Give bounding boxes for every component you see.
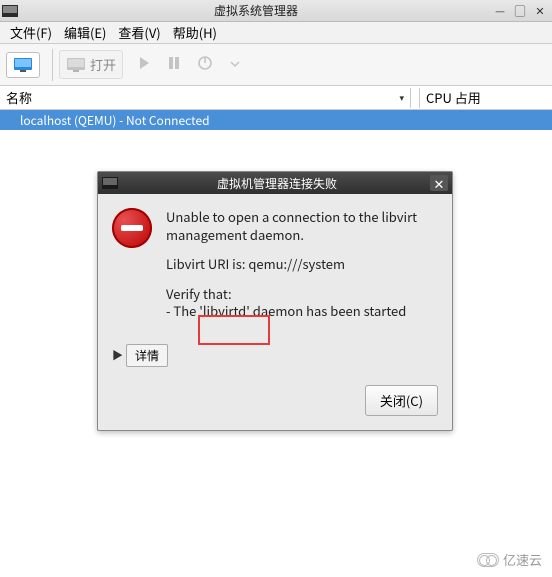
column-name[interactable]: 名称 ▾: [0, 88, 420, 108]
pause-button: [159, 49, 189, 80]
sort-arrow-icon: ▾: [399, 91, 410, 104]
app-icon: [2, 5, 18, 17]
watermark-text: 亿速云: [503, 550, 542, 569]
pause-icon: [167, 55, 181, 74]
dialog-close-button[interactable]: 关闭(C): [365, 385, 438, 416]
power-dropdown-button: [221, 49, 249, 80]
power-icon: [197, 55, 213, 75]
menubar: 文件(F) 编辑(E) 查看(V) 帮助(H): [0, 22, 552, 44]
details-button-label: 详情: [135, 347, 159, 364]
message-line-1: Unable to open a connection to the libvi…: [166, 208, 438, 243]
menu-view[interactable]: 查看(V): [112, 21, 166, 44]
list-item[interactable]: localhost (QEMU) - Not Connected: [0, 110, 552, 130]
new-vm-button[interactable]: [6, 52, 40, 78]
menu-edit[interactable]: 编辑(E): [58, 21, 112, 44]
menu-help[interactable]: 帮助(H): [167, 21, 223, 44]
open-button: 打开: [59, 50, 123, 79]
menu-file[interactable]: 文件(F): [4, 21, 58, 44]
monitor-icon: [66, 57, 86, 73]
list-item-label: localhost (QEMU) - Not Connected: [20, 112, 210, 129]
details-button[interactable]: 详情: [126, 344, 168, 367]
verify-item-1: - The 'libvirtd' daemon has been started: [166, 301, 406, 320]
column-name-label: 名称: [6, 88, 32, 107]
dialog-message: Unable to open a connection to the libvi…: [166, 208, 438, 320]
play-icon: [137, 55, 151, 74]
message-uri-line: Libvirt URI is: qemu:///system: [166, 255, 438, 273]
play-button: [129, 49, 159, 80]
close-window-button[interactable]: ✕: [530, 3, 550, 19]
toolbar: 打开: [0, 44, 552, 86]
error-dialog: 虚拟机管理器连接失败 ✕ Unable to open a connection…: [97, 171, 453, 431]
verify-label: Verify that:: [166, 284, 232, 303]
list-header: 名称 ▾ CPU 占用: [0, 86, 552, 110]
watermark-logo-icon: [477, 553, 499, 567]
dialog-titlebar: 虚拟机管理器连接失败 ✕: [98, 172, 452, 194]
monitor-icon: [13, 57, 33, 73]
watermark: 亿速云: [477, 550, 542, 569]
dialog-title: 虚拟机管理器连接失败: [124, 175, 430, 192]
disclosure-triangle[interactable]: ▶: [112, 347, 126, 363]
power-button: [189, 49, 221, 81]
error-icon: [112, 208, 152, 248]
column-cpu-label: CPU 占用: [426, 88, 481, 107]
dialog-close-x-button[interactable]: ✕: [430, 175, 448, 191]
dialog-app-icon: [102, 177, 118, 189]
minimize-button[interactable]: —: [490, 3, 510, 19]
maximize-button[interactable]: ▢: [510, 3, 530, 19]
dialog-close-label: 关闭(C): [380, 391, 423, 410]
titlebar: 虚拟系统管理器 — ▢ ✕: [0, 0, 552, 22]
open-button-label: 打开: [90, 55, 116, 74]
chevron-down-icon: [229, 55, 241, 74]
column-cpu[interactable]: CPU 占用: [420, 88, 552, 107]
window-title: 虚拟系统管理器: [22, 2, 490, 19]
